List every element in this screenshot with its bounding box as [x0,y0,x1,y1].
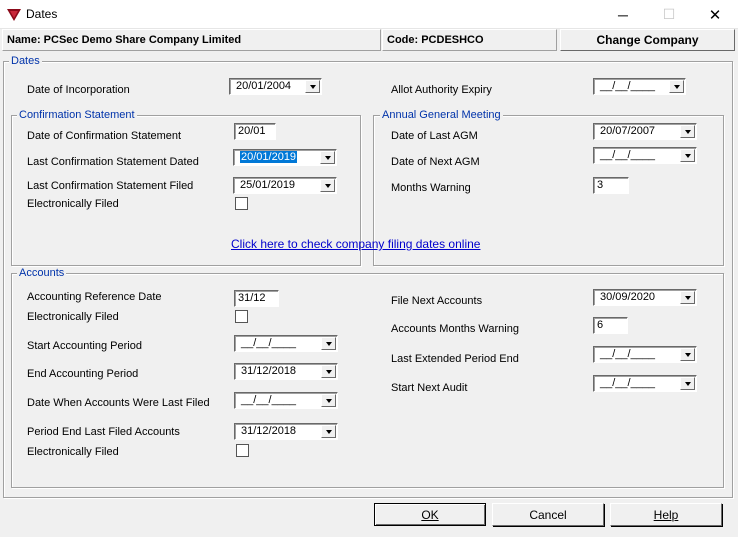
dates-legend: Dates [9,55,42,67]
agm-months-warning-field[interactable]: 3 [593,177,629,194]
last-extended-period-end-combo[interactable]: __/__/____ [593,346,697,363]
dropdown-arrow-icon[interactable] [680,125,695,138]
help-button[interactable]: Help [610,503,722,526]
app-logo-icon [7,9,21,21]
accounts-months-warning-label: Accounts Months Warning [391,323,519,335]
accounts-last-filed-combo[interactable]: __/__/____ [234,392,338,409]
last-agm-combo[interactable]: 20/07/2007 [593,123,697,140]
change-company-button[interactable]: Change Company [560,29,735,51]
period-end-last-filed-label: Period End Last Filed Accounts [27,426,180,438]
dropdown-arrow-icon[interactable] [680,291,695,304]
close-button[interactable]: ✕ [692,0,738,29]
dropdown-arrow-icon[interactable] [680,149,695,162]
confirmation-e-filed-label: Electronically Filed [27,198,119,210]
ok-button[interactable]: OK [374,503,486,526]
file-next-accounts-value: 30/09/2020 [600,291,656,303]
start-accounting-period-label: Start Accounting Period [27,340,142,352]
file-next-accounts-label: File Next Accounts [391,295,483,307]
last-confirmation-filed-label: Last Confirmation Statement Filed [27,180,194,192]
last-confirmation-dated-value: 20/01/2019 [240,151,298,163]
dropdown-arrow-icon[interactable] [321,337,336,350]
confirmation-e-filed-checkbox[interactable] [235,197,248,210]
dropdown-arrow-icon[interactable] [321,394,336,407]
last-confirmation-filed-combo[interactable]: 25/01/2019 [233,177,337,194]
next-agm-label: Date of Next AGM [391,156,480,168]
start-accounting-period-combo[interactable]: __/__/____ [234,335,338,352]
accounting-reference-date-field[interactable]: 31/12 [234,290,279,307]
accounts-e-filed-2-checkbox[interactable] [236,444,249,457]
accounting-reference-date-label: Accounting Reference Date [27,291,162,303]
dropdown-arrow-icon[interactable] [305,80,320,93]
end-accounting-period-value: 31/12/2018 [241,365,297,377]
start-next-audit-label: Start Next Audit [391,382,468,394]
confirmation-date-field[interactable]: 20/01 [234,123,276,140]
last-extended-period-end-value: __/__/____ [600,348,656,360]
confirmation-legend: Confirmation Statement [17,109,137,121]
start-accounting-period-value: __/__/____ [241,337,297,349]
next-agm-value: __/__/____ [600,149,656,161]
file-next-accounts-combo[interactable]: 30/09/2020 [593,289,697,306]
incorporation-date-combo[interactable]: 20/01/2004 [229,78,322,95]
last-agm-label: Date of Last AGM [391,130,478,142]
title-bar: Dates ─ ☐ ✕ [0,0,738,29]
company-name: Name: PCSec Demo Share Company Limited [2,29,381,51]
start-next-audit-combo[interactable]: __/__/____ [593,375,697,392]
dropdown-arrow-icon[interactable] [669,80,684,93]
end-accounting-period-label: End Accounting Period [27,368,139,380]
last-confirmation-dated-label: Last Confirmation Statement Dated [27,156,199,168]
accounts-legend: Accounts [17,267,67,279]
next-agm-combo[interactable]: __/__/____ [593,147,697,164]
company-code: Code: PCDESHCO [382,29,557,51]
maximize-button[interactable]: ☐ [646,0,692,29]
accounts-last-filed-label: Date When Accounts Were Last Filed [27,397,210,409]
window-title: Dates [26,7,58,21]
cancel-button[interactable]: Cancel [492,503,604,526]
allot-expiry-value: __/__/____ [600,80,656,92]
ok-label: OK [421,507,439,522]
accounts-e-filed-2-label: Electronically Filed [27,446,119,458]
incorporation-label: Date of Incorporation [27,84,130,96]
dropdown-arrow-icon[interactable] [680,377,695,390]
last-confirmation-filed-value: 25/01/2019 [240,179,296,191]
confirmation-date-label: Date of Confirmation Statement [27,130,182,142]
accounts-months-warning-field[interactable]: 6 [593,317,628,334]
help-label: Help [653,507,679,522]
dropdown-arrow-icon[interactable] [321,425,336,438]
accounts-e-filed-label: Electronically Filed [27,311,119,323]
check-filing-dates-link[interactable]: Click here to check company filing dates… [231,237,480,251]
dropdown-arrow-icon[interactable] [320,151,335,164]
period-end-last-filed-value: 31/12/2018 [241,425,297,437]
accounts-e-filed-checkbox[interactable] [235,310,248,323]
end-accounting-period-combo[interactable]: 31/12/2018 [234,363,338,380]
agm-legend: Annual General Meeting [380,109,503,121]
agm-months-warning-label: Months Warning [391,182,471,194]
last-extended-period-end-label: Last Extended Period End [391,353,519,365]
last-confirmation-dated-combo[interactable]: 20/01/2019 [233,149,337,166]
dropdown-arrow-icon[interactable] [321,365,336,378]
last-agm-value: 20/07/2007 [600,125,656,137]
dropdown-arrow-icon[interactable] [680,348,695,361]
incorporation-date-value: 20/01/2004 [236,80,292,92]
allot-expiry-combo[interactable]: __/__/____ [593,78,686,95]
period-end-last-filed-combo[interactable]: 31/12/2018 [234,423,338,440]
minimize-button[interactable]: ─ [600,0,646,29]
start-next-audit-value: __/__/____ [600,377,656,389]
allot-expiry-label: Allot Authority Expiry [391,84,492,96]
dropdown-arrow-icon[interactable] [320,179,335,192]
accounts-last-filed-value: __/__/____ [241,394,297,406]
